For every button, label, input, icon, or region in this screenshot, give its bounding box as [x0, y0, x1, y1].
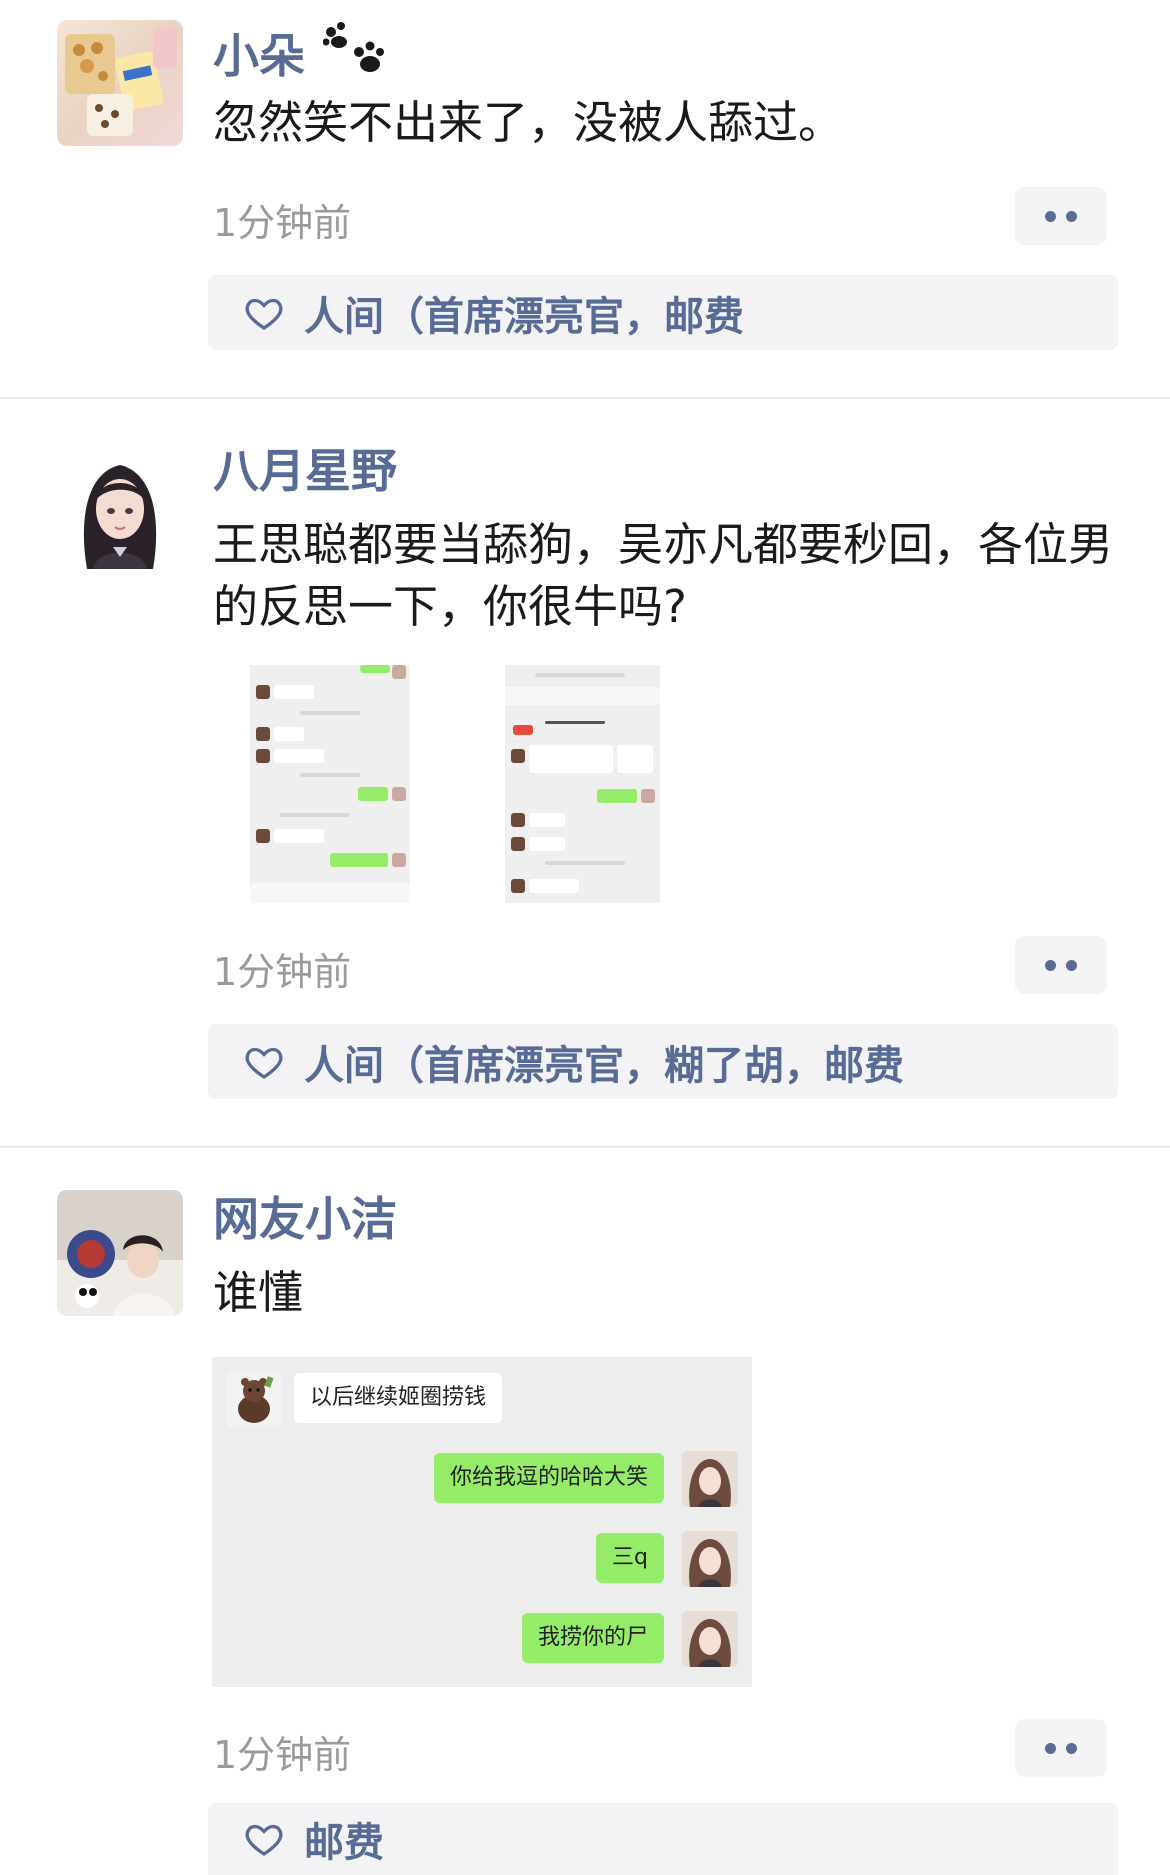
- heart-icon: [245, 1047, 283, 1079]
- chat-bubble-outgoing: 我捞你的尸: [521, 1613, 664, 1663]
- dot-icon: [1045, 959, 1056, 971]
- heart-icon: [245, 1824, 283, 1856]
- likes-names[interactable]: 人间（首席漂亮官，糊了胡，邮费: [304, 1033, 904, 1091]
- nickname[interactable]: 网友小洁: [213, 1192, 397, 1247]
- dot-icon: [1066, 1742, 1077, 1754]
- divider: [0, 1146, 1170, 1148]
- avatar-photo-image: [57, 1190, 183, 1316]
- chat-avatar-bear: [226, 1371, 282, 1427]
- dot-icon: [1066, 959, 1077, 971]
- chat-bubble-outgoing: 三q: [596, 1533, 664, 1583]
- dot-icon: [1045, 210, 1056, 222]
- likes-names[interactable]: 人间（首席漂亮官，邮费: [304, 284, 744, 342]
- likes-names[interactable]: 邮费: [304, 1810, 384, 1868]
- chat-screenshot-image[interactable]: 以后继续姬圈捞钱 你给我逗的哈哈大笑 三q 我捞你的尸: [212, 1357, 752, 1687]
- nickname[interactable]: 小朵: [213, 22, 385, 84]
- avatar[interactable]: [57, 20, 183, 146]
- post-time: 1分钟前: [213, 950, 352, 994]
- paw-icon: [322, 22, 385, 72]
- chat-avatar-girl: [682, 1451, 738, 1507]
- chat-avatar-girl: [682, 1611, 738, 1667]
- chat-screenshot-2[interactable]: [505, 665, 660, 903]
- avatar[interactable]: [57, 1190, 183, 1316]
- divider: [0, 397, 1170, 399]
- post-time: 1分钟前: [213, 1733, 352, 1777]
- post-text: 谁懂: [213, 1266, 304, 1319]
- likes-bar: 人间（首席漂亮官，邮费: [208, 275, 1118, 350]
- chat-avatar-girl: [682, 1531, 738, 1587]
- dot-icon: [1066, 210, 1077, 222]
- heart-icon: [245, 298, 283, 330]
- avatar-sticker-image: [65, 28, 177, 136]
- nickname-text: 小朵: [213, 29, 305, 83]
- post-text: 忽然笑不出来了，没被人舔过。: [213, 96, 844, 149]
- likes-bar: 邮费: [208, 1803, 1118, 1875]
- avatar-girl-image: [83, 465, 157, 569]
- chat-bubble-incoming: 以后继续姬圈捞钱: [294, 1373, 503, 1423]
- avatar[interactable]: [57, 443, 183, 569]
- more-button[interactable]: [1015, 936, 1107, 994]
- dot-icon: [1045, 1742, 1056, 1754]
- chat-screenshot-1[interactable]: [250, 665, 410, 903]
- post-time: 1分钟前: [213, 201, 352, 245]
- more-button[interactable]: [1015, 1719, 1107, 1777]
- nickname[interactable]: 八月星野: [213, 444, 397, 499]
- more-button[interactable]: [1015, 187, 1107, 245]
- post-text: 王思聪都要当舔狗，吴亦凡都要秒回，各位男的反思一下，你很牛吗?: [213, 518, 1114, 633]
- likes-bar: 人间（首席漂亮官，糊了胡，邮费: [208, 1024, 1118, 1099]
- chat-bubble-outgoing: 你给我逗的哈哈大笑: [433, 1453, 664, 1503]
